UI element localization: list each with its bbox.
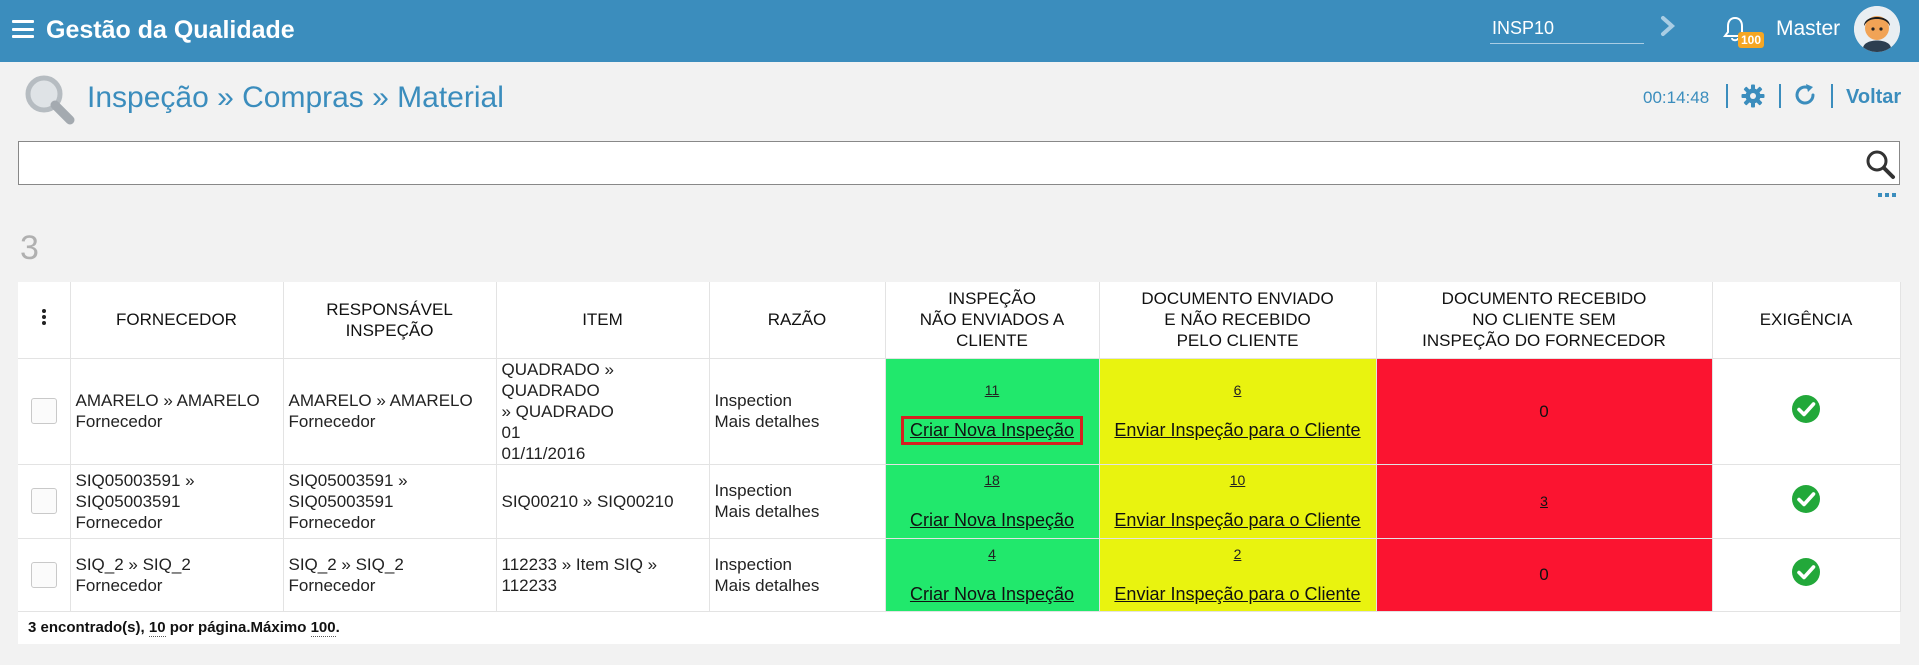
- check-circle-icon: [1792, 394, 1820, 423]
- pagination-footer: 3 encontrado(s), 10 por página.Máximo 10…: [28, 619, 340, 637]
- code-input[interactable]: [1490, 14, 1644, 44]
- user-name[interactable]: Master: [1776, 16, 1840, 42]
- divider: [1726, 84, 1728, 108]
- send-inspection-link[interactable]: Enviar Inspeção para o Cliente: [1108, 419, 1366, 442]
- cell-inspecao: 4 Criar Nova Inspeção: [885, 538, 1100, 612]
- inspecao-count-link[interactable]: 11: [891, 380, 1094, 401]
- search-input[interactable]: [19, 142, 1839, 182]
- row-checkbox[interactable]: [30, 561, 57, 588]
- doc-recebido-link[interactable]: 3: [1540, 493, 1548, 509]
- razao-label: Inspection: [714, 554, 793, 574]
- doc-recebido-value: 0: [1539, 401, 1549, 421]
- table-header-row: FORNECEDOR RESPONSÁVEL INSPEÇÃO ITEM RAZ…: [18, 282, 1901, 359]
- cell-fornecedor: SIQ05003591 » SIQ05003591 Fornecedor: [70, 464, 284, 539]
- create-inspection-link[interactable]: Criar Nova Inspeção: [900, 416, 1084, 445]
- razao-label: Inspection: [714, 391, 793, 410]
- column-header-inspecao[interactable]: INSPEÇÃO NÃO ENVIADOS A CLIENTE: [885, 282, 1100, 359]
- hamburger-menu-icon[interactable]: [12, 20, 34, 38]
- column-header-item[interactable]: ITEM: [496, 282, 710, 359]
- app-title: Gestão da Qualidade: [46, 16, 295, 44]
- doc-enviado-count-link[interactable]: 2: [1105, 544, 1371, 565]
- avatar[interactable]: [1854, 6, 1900, 52]
- column-menu-header[interactable]: [18, 282, 71, 359]
- column-header-fornecedor[interactable]: FORNECEDOR: [70, 282, 284, 359]
- cell-razao: Inspection Mais detalhes: [709, 464, 886, 539]
- magnifier-page-icon: [25, 75, 75, 125]
- cell-razao: Inspection Mais detalhes: [709, 538, 886, 612]
- column-header-razao[interactable]: RAZÃO: [709, 282, 886, 359]
- cell-responsavel: SIQ_2 » SIQ_2 Fornecedor: [283, 538, 497, 612]
- column-header-doc-recebido[interactable]: DOCUMENTO RECEBIDO NO CLIENTE SEM INSPEÇ…: [1376, 282, 1713, 359]
- column-header-responsavel[interactable]: RESPONSÁVEL INSPEÇÃO: [283, 282, 497, 359]
- column-header-exigencia[interactable]: EXIGÊNCIA: [1712, 282, 1901, 359]
- doc-recebido-value: 0: [1539, 565, 1549, 584]
- cell-fornecedor: SIQ_2 » SIQ_2 Fornecedor: [70, 538, 284, 612]
- table-row: SIQ_2 » SIQ_2 Fornecedor SIQ_2 » SIQ_2 F…: [18, 538, 1901, 612]
- cell-doc-recebido: 0: [1376, 538, 1713, 612]
- column-header-doc-enviado[interactable]: DOCUMENTO ENVIADO E NÃO RECEBIDO PELO CL…: [1099, 282, 1377, 359]
- inspecao-count-link[interactable]: 4: [891, 544, 1094, 565]
- check-circle-icon: [1792, 484, 1820, 513]
- notification-badge: 100: [1738, 32, 1765, 48]
- cell-doc-recebido: 0: [1376, 358, 1713, 465]
- max-selector[interactable]: 100: [310, 619, 336, 637]
- cell-responsavel: AMARELO » AMARELO Fornecedor: [283, 358, 497, 465]
- cell-exigencia: [1712, 464, 1901, 539]
- row-checkbox[interactable]: [30, 398, 57, 424]
- inspecao-count-link[interactable]: 18: [891, 470, 1094, 491]
- kebab-menu-icon[interactable]: [41, 308, 47, 326]
- gear-icon[interactable]: [1741, 84, 1765, 108]
- more-details-link[interactable]: Mais detalhes: [715, 411, 880, 432]
- table-row: SIQ05003591 » SIQ05003591 Fornecedor SIQ…: [18, 464, 1901, 539]
- cell-item: SIQ00210 » SIQ00210: [496, 464, 710, 539]
- cell-inspecao: 18 Criar Nova Inspeção: [885, 464, 1100, 539]
- send-inspection-link[interactable]: Enviar Inspeção para o Cliente: [1108, 583, 1366, 606]
- divider: [1779, 84, 1781, 108]
- cell-doc-recebido: 3: [1376, 464, 1713, 539]
- razao-label: Inspection: [714, 481, 793, 500]
- row-checkbox[interactable]: [30, 488, 57, 514]
- results-table: FORNECEDOR RESPONSÁVEL INSPEÇÃO ITEM RAZ…: [18, 282, 1901, 612]
- divider: [1831, 84, 1833, 108]
- results-panel: FORNECEDOR RESPONSÁVEL INSPEÇÃO ITEM RAZ…: [18, 282, 1901, 644]
- table-row: AMARELO » AMARELO Fornecedor AMARELO » A…: [18, 358, 1901, 465]
- refresh-icon[interactable]: [1793, 83, 1817, 107]
- doc-enviado-count-link[interactable]: 6: [1105, 380, 1371, 401]
- top-bar: Gestão da Qualidade 100 Master: [0, 0, 1919, 62]
- check-circle-icon: [1792, 558, 1820, 586]
- result-count: 3: [20, 229, 39, 267]
- per-page-selector[interactable]: 10: [148, 619, 166, 637]
- cell-razao: Inspection Mais detalhes: [709, 358, 886, 465]
- search-icon[interactable]: [1864, 148, 1896, 180]
- cell-exigencia: [1712, 358, 1901, 465]
- create-inspection-link[interactable]: Criar Nova Inspeção: [904, 583, 1080, 606]
- cell-responsavel: SIQ05003591 » SIQ05003591 Fornecedor: [283, 464, 497, 539]
- more-details-link[interactable]: Mais detalhes: [715, 575, 880, 596]
- send-inspection-link[interactable]: Enviar Inspeção para o Cliente: [1108, 509, 1366, 532]
- cell-fornecedor: AMARELO » AMARELO Fornecedor: [70, 358, 284, 465]
- chevron-right-icon[interactable]: [1660, 14, 1676, 38]
- back-link[interactable]: Voltar: [1846, 85, 1901, 109]
- doc-enviado-count-link[interactable]: 10: [1105, 470, 1371, 491]
- create-inspection-link[interactable]: Criar Nova Inspeção: [904, 509, 1080, 532]
- cell-exigencia: [1712, 538, 1901, 612]
- search-bar: [18, 141, 1900, 185]
- cell-item: QUADRADO » QUADRADO » QUADRADO 01 01/11/…: [496, 358, 710, 465]
- breadcrumb: Inspeção » Compras » Material: [87, 81, 504, 114]
- cell-doc-enviado: 2 Enviar Inspeção para o Cliente: [1099, 538, 1377, 612]
- cell-doc-enviado: 6 Enviar Inspeção para o Cliente: [1099, 358, 1377, 465]
- session-timer: 00:14:48: [1643, 88, 1710, 107]
- more-details-link[interactable]: Mais detalhes: [715, 501, 880, 522]
- more-options-icon[interactable]: [1878, 192, 1896, 198]
- cell-item: 112233 » Item SIQ » 112233: [496, 538, 710, 612]
- cell-inspecao: 11 Criar Nova Inspeção: [885, 358, 1100, 465]
- cell-doc-enviado: 10 Enviar Inspeção para o Cliente: [1099, 464, 1377, 539]
